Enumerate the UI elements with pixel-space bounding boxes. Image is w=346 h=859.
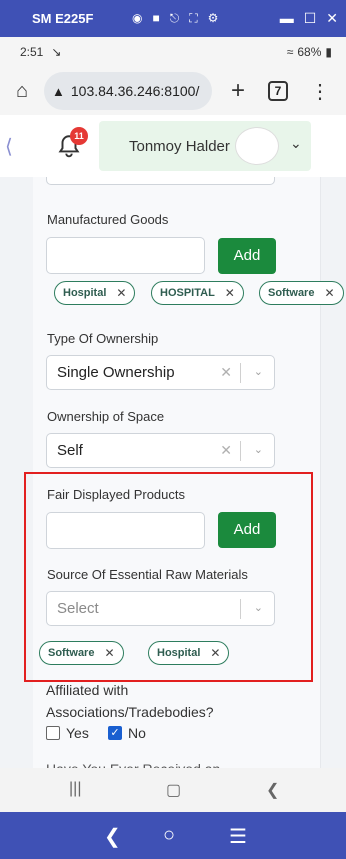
clear-icon[interactable]: ✕ (220, 442, 232, 459)
fair-products-add-button[interactable]: Add (218, 512, 276, 548)
affiliated-no-option[interactable]: ✓ No (108, 725, 146, 741)
goods-chip: HOSPITAL ✕ (151, 281, 244, 305)
remove-chip-icon[interactable]: ✕ (116, 286, 126, 300)
remote-nav-bar: ❮ ○ ☰ (0, 812, 346, 859)
avatar (235, 127, 279, 165)
manufactured-goods-input[interactable] (46, 237, 205, 274)
raw-material-chip: Software ✕ (39, 641, 124, 665)
raw-materials-select[interactable]: Select ⌄ (46, 591, 275, 626)
form-page: Manufactured Goods Add Hospital ✕ HOSPIT… (0, 177, 346, 768)
chip-label: Software (268, 287, 315, 299)
camera-icon[interactable]: ◉ (132, 11, 142, 26)
select-separator (240, 441, 241, 461)
ownership-space-label: Ownership of Space (47, 409, 165, 424)
affiliated-yes-option[interactable]: Yes (46, 725, 89, 741)
previous-select[interactable] (46, 177, 275, 185)
chevron-down-icon[interactable]: ⌄ (254, 365, 263, 378)
expand-icon[interactable]: ⛶ (189, 11, 197, 26)
status-bar: 2:51 ↘ ≈ 68% ▮ (0, 37, 346, 67)
more-menu-icon[interactable]: ⋮ (310, 79, 330, 104)
not-secure-icon[interactable]: ▲ (52, 84, 65, 99)
titlebar-tools: ◉ ■ ⎋ ⛶ ⚙ (132, 11, 218, 26)
video-icon[interactable]: ■ (152, 11, 159, 26)
manufactured-goods-add-button[interactable]: Add (218, 238, 276, 274)
back-chevron-icon[interactable]: ⟨ (5, 134, 13, 159)
goods-chip: Hospital ✕ (54, 281, 136, 305)
clock: 2:51 (20, 45, 44, 59)
chip-label: HOSPITAL (160, 287, 215, 299)
chevron-down-icon[interactable]: ⌄ (254, 443, 263, 456)
new-tab-icon[interactable]: + (226, 77, 250, 105)
select-separator (240, 599, 241, 619)
home-icon[interactable]: ⌂ (8, 80, 36, 103)
app-header: ⟨ 11 Tonmoy Halder ⌄ (0, 115, 346, 177)
wifi-icon: ≈ (286, 45, 294, 59)
home-circle-icon[interactable]: ○ (163, 824, 175, 847)
remove-chip-icon[interactable]: ✕ (225, 286, 235, 300)
android-nav-bar: ||| ▢ ❮ (0, 768, 346, 812)
manufactured-goods-label: Manufactured Goods (47, 212, 169, 227)
next-question-partial: Have You Ever Received an (46, 759, 220, 768)
window-controls: ▬ ☐ ✕ (280, 10, 338, 27)
status-right: ≈ 68% ▮ (287, 45, 332, 59)
fair-products-label: Fair Displayed Products (47, 487, 185, 502)
ownership-space-select[interactable]: Self ✕ ⌄ (46, 433, 275, 468)
browser-toolbar: ⌂ ▲ 103.84.36.246:8100/ + 7 ⋮ (0, 67, 346, 115)
chip-label: Hospital (63, 287, 107, 299)
home-button-icon[interactable]: ▢ (166, 780, 181, 800)
user-menu[interactable]: Tonmoy Halder ⌄ (99, 121, 311, 171)
chip-label: Hospital (157, 647, 201, 659)
gear-icon[interactable]: ⚙ (208, 11, 219, 26)
remote-titlebar: SM E225F ◉ ■ ⎋ ⛶ ⚙ ▬ ☐ ✕ (0, 0, 346, 37)
yes-label: Yes (66, 725, 89, 741)
user-name: Tonmoy Halder (129, 137, 230, 155)
headphones-icon[interactable]: ⎋ (170, 11, 180, 26)
affiliated-question-line2: Associations/Tradebodies? (46, 704, 214, 720)
goods-chip: Software ✕ (259, 281, 344, 305)
remove-chip-icon[interactable]: ✕ (210, 646, 220, 660)
chip-label: Software (48, 647, 95, 659)
battery-icon: ▮ (325, 45, 332, 59)
no-label: No (128, 725, 146, 741)
recent-apps-icon[interactable]: ||| (69, 780, 81, 798)
raw-material-chip: Hospital ✕ (148, 641, 230, 665)
minimize-icon[interactable]: ▬ (280, 10, 294, 27)
clear-icon[interactable]: ✕ (220, 364, 232, 381)
chevron-down-icon: ⌄ (290, 135, 302, 151)
type-of-ownership-label: Type Of Ownership (47, 331, 159, 346)
back-icon[interactable]: ❮ (104, 824, 121, 849)
affiliated-question-line1: Affiliated with (46, 682, 129, 698)
raw-materials-label: Source Of Essential Raw Materials (47, 567, 248, 582)
signal-icon: ↘ (51, 45, 62, 59)
select-value: Self (57, 442, 83, 459)
select-separator (240, 363, 241, 383)
notification-badge: 11 (70, 127, 88, 145)
battery-level: 68% (297, 45, 322, 59)
device-name: SM E225F (32, 11, 94, 26)
no-checkbox[interactable]: ✓ (108, 726, 122, 740)
url-text: 103.84.36.246:8100/ (70, 83, 200, 99)
tab-switcher-button[interactable]: 7 (268, 81, 288, 101)
address-bar[interactable]: ▲ 103.84.36.246:8100/ (44, 72, 212, 110)
select-value: Single Ownership (57, 364, 175, 381)
close-icon[interactable]: ✕ (326, 10, 338, 27)
maximize-icon[interactable]: ☐ (304, 10, 317, 27)
yes-checkbox[interactable] (46, 726, 60, 740)
fair-products-input[interactable] (46, 512, 205, 549)
chevron-down-icon[interactable]: ⌄ (254, 601, 263, 614)
type-of-ownership-select[interactable]: Single Ownership ✕ ⌄ (46, 355, 275, 390)
select-placeholder: Select (57, 600, 99, 617)
remove-chip-icon[interactable]: ✕ (324, 286, 334, 300)
menu-icon[interactable]: ☰ (229, 824, 247, 849)
remove-chip-icon[interactable]: ✕ (104, 646, 114, 660)
back-icon[interactable]: ❮ (266, 780, 279, 800)
